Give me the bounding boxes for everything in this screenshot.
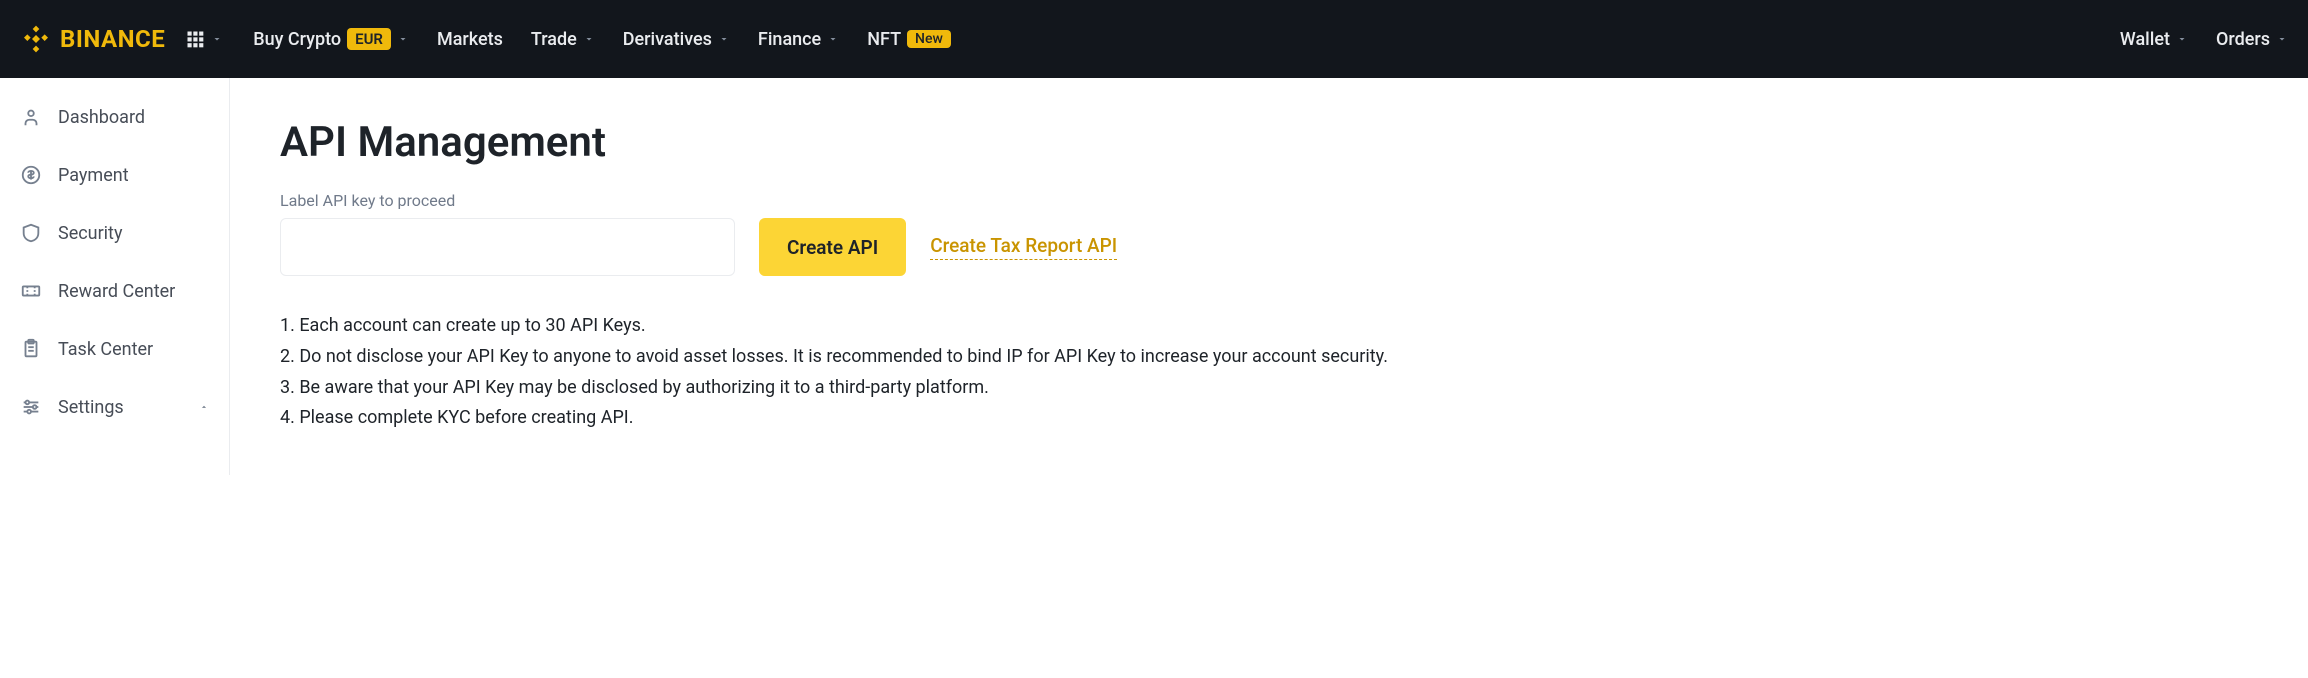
nav-label: Buy Crypto bbox=[253, 29, 341, 50]
sidebar-item-label: Dashboard bbox=[58, 107, 145, 128]
info-item: 2. Do not disclose your API Key to anyon… bbox=[280, 343, 2258, 372]
chevron-down-icon bbox=[718, 33, 730, 45]
nav-label: Derivatives bbox=[623, 29, 712, 50]
sidebar-item-label: Reward Center bbox=[58, 281, 175, 302]
sidebar-item-security[interactable]: Security bbox=[0, 204, 229, 262]
sidebar-item-dashboard[interactable]: Dashboard bbox=[0, 88, 229, 146]
nav-right: Wallet Orders bbox=[2120, 29, 2288, 50]
nav-label: NFT bbox=[867, 29, 901, 50]
sidebar-item-payment[interactable]: Payment bbox=[0, 146, 229, 204]
info-list: 1. Each account can create up to 30 API … bbox=[280, 312, 2258, 433]
info-item: 3. Be aware that your API Key may be dis… bbox=[280, 374, 2258, 403]
chevron-down-icon bbox=[211, 33, 223, 45]
sidebar-item-task-center[interactable]: Task Center bbox=[0, 320, 229, 378]
nav-label: Orders bbox=[2216, 29, 2270, 50]
chevron-down-icon bbox=[2276, 33, 2288, 45]
dollar-icon bbox=[20, 164, 42, 186]
grid-icon bbox=[185, 29, 205, 49]
api-label-input[interactable] bbox=[280, 218, 735, 276]
nav-label: Trade bbox=[531, 29, 577, 50]
sidebar-item-label: Task Center bbox=[58, 339, 153, 360]
apps-menu-button[interactable] bbox=[185, 29, 223, 49]
nav-markets[interactable]: Markets bbox=[437, 29, 503, 50]
sidebar: Dashboard Payment Security Reward Center… bbox=[0, 78, 230, 475]
chevron-down-icon bbox=[397, 33, 409, 45]
input-row: Create API Create Tax Report API bbox=[280, 218, 2258, 276]
info-item: 4. Please complete KYC before creating A… bbox=[280, 404, 2258, 433]
sidebar-item-settings[interactable]: Settings bbox=[0, 378, 229, 436]
binance-logo-icon bbox=[20, 23, 52, 55]
main-header: BINANCE Buy Crypto EUR Markets Trade Der… bbox=[0, 0, 2308, 78]
nav-wallet[interactable]: Wallet bbox=[2120, 29, 2188, 50]
nav-trade[interactable]: Trade bbox=[531, 29, 595, 50]
currency-badge: EUR bbox=[347, 28, 391, 50]
person-icon bbox=[20, 106, 42, 128]
create-api-button[interactable]: Create API bbox=[759, 218, 906, 276]
page-title: API Management bbox=[280, 118, 2258, 167]
sidebar-item-label: Security bbox=[58, 223, 122, 244]
nav-label: Wallet bbox=[2120, 29, 2170, 50]
chevron-down-icon bbox=[2176, 33, 2188, 45]
sliders-icon bbox=[20, 396, 42, 418]
sidebar-item-reward-center[interactable]: Reward Center bbox=[0, 262, 229, 320]
nav-finance[interactable]: Finance bbox=[758, 29, 839, 50]
shield-icon bbox=[20, 222, 42, 244]
chevron-down-icon bbox=[827, 33, 839, 45]
nav-label: Markets bbox=[437, 29, 503, 50]
sidebar-item-label: Settings bbox=[58, 397, 124, 418]
input-label: Label API key to proceed bbox=[280, 191, 2258, 210]
sidebar-item-label: Payment bbox=[58, 165, 129, 186]
nav-buy-crypto[interactable]: Buy Crypto EUR bbox=[253, 28, 409, 50]
new-badge: New bbox=[907, 30, 951, 48]
main-content: API Management Label API key to proceed … bbox=[230, 78, 2308, 475]
nav-derivatives[interactable]: Derivatives bbox=[623, 29, 730, 50]
clipboard-icon bbox=[20, 338, 42, 360]
content: Dashboard Payment Security Reward Center… bbox=[0, 78, 2308, 475]
logo[interactable]: BINANCE bbox=[20, 23, 165, 55]
ticket-icon bbox=[20, 280, 42, 302]
chevron-up-icon bbox=[199, 402, 209, 412]
nav-left: Buy Crypto EUR Markets Trade Derivatives… bbox=[253, 28, 2120, 50]
chevron-down-icon bbox=[583, 33, 595, 45]
nav-label: Finance bbox=[758, 29, 821, 50]
info-item: 1. Each account can create up to 30 API … bbox=[280, 312, 2258, 341]
nav-nft[interactable]: NFT New bbox=[867, 29, 951, 50]
create-tax-report-link[interactable]: Create Tax Report API bbox=[930, 234, 1117, 260]
nav-orders[interactable]: Orders bbox=[2216, 29, 2288, 50]
brand-text: BINANCE bbox=[60, 25, 165, 53]
